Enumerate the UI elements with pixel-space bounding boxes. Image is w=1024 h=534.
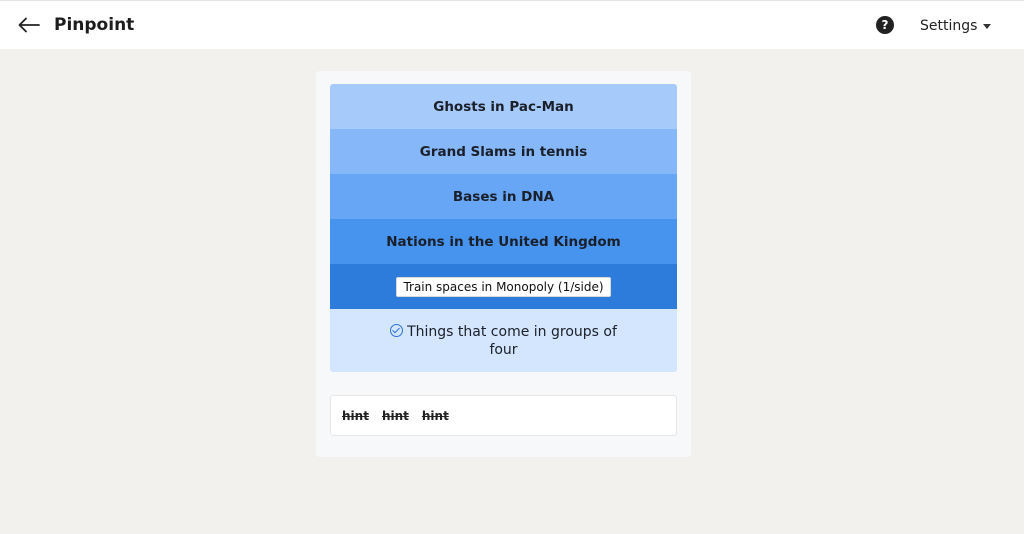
clue-2-label: Grand Slams in tennis <box>419 143 588 160</box>
clue-5: Train spaces in Monopoly (1/side) <box>330 264 677 309</box>
answer-row: Things that come in groups of four <box>330 309 677 372</box>
hint-2-button[interactable]: hint <box>382 409 409 423</box>
page-title: Pinpoint <box>54 15 135 35</box>
clue-1-label: Ghosts in Pac-Man <box>433 98 574 115</box>
answer-content: Things that come in groups of four <box>389 323 619 359</box>
clue-3-label: Bases in DNA <box>452 188 555 205</box>
clue-3: Bases in DNA <box>330 174 677 219</box>
hint-1-button[interactable]: hint <box>342 409 369 423</box>
clue-stack: Ghosts in Pac-Man Grand Slams in tennis … <box>330 84 677 372</box>
answer-text: Things that come in groups of four <box>407 323 617 358</box>
puzzle-panel: Ghosts in Pac-Man Grand Slams in tennis … <box>316 71 691 457</box>
clue-5-label: Train spaces in Monopoly (1/side) <box>396 276 611 297</box>
settings-button[interactable]: Settings <box>920 18 992 34</box>
clue-4: Nations in the United Kingdom <box>330 219 677 264</box>
caret-down-icon <box>983 23 992 29</box>
back-button[interactable] <box>17 13 41 37</box>
clue-1: Ghosts in Pac-Man <box>330 84 677 129</box>
check-circle-icon <box>390 323 404 337</box>
arrow-left-icon <box>18 17 40 33</box>
hint-bar: hint hint hint <box>330 395 677 436</box>
clue-2: Grand Slams in tennis <box>330 129 677 174</box>
settings-label: Settings <box>920 18 978 34</box>
top-bar: Pinpoint ? Settings <box>0 0 1024 49</box>
question-circle-icon[interactable]: ? <box>876 16 894 34</box>
hint-3-button[interactable]: hint <box>422 409 449 423</box>
clue-4-label: Nations in the United Kingdom <box>386 233 621 250</box>
